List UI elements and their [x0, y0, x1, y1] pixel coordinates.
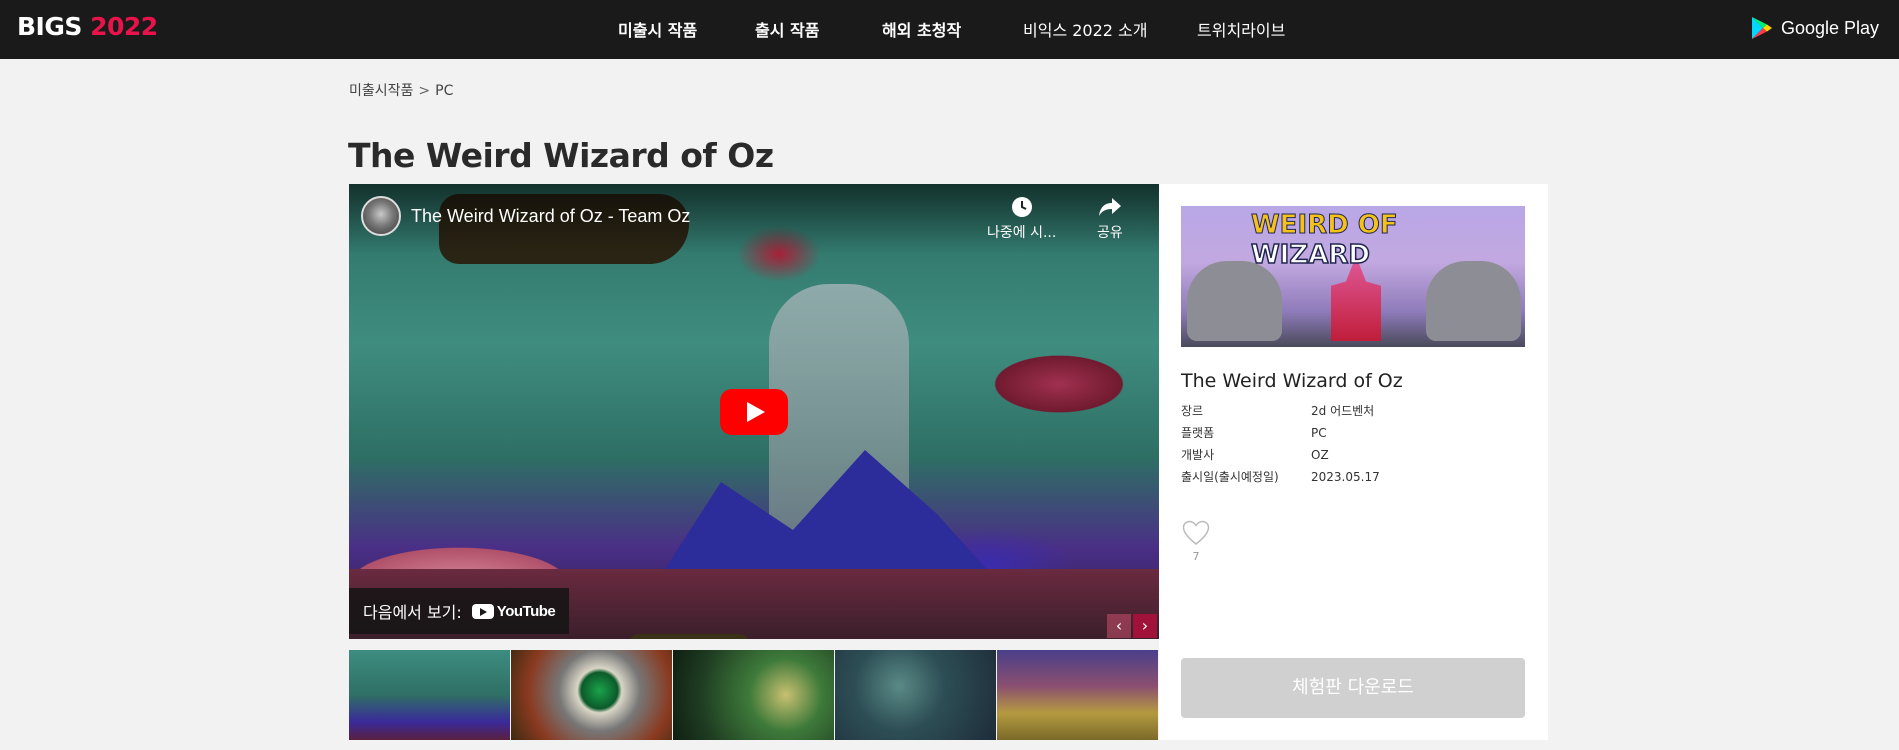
info-key: 플랫폼: [1181, 426, 1215, 440]
nav-overseas[interactable]: 해외 초청작: [882, 17, 961, 41]
game-cover-image: WEIRD OF WIZARD: [1181, 206, 1525, 347]
video-player[interactable]: The Weird Wizard of Oz - Team Oz 나중에 시..…: [349, 184, 1159, 639]
google-play-link[interactable]: Google Play: [1751, 16, 1879, 40]
info-key: 장르: [1181, 404, 1204, 418]
game-info-panel: WEIRD OF WIZARD The Weird Wizard of Oz 장…: [1159, 184, 1548, 740]
clock-icon: [1011, 197, 1032, 217]
info-row-platform: 플랫폼 PC: [1181, 424, 1327, 441]
site-logo[interactable]: BIGS 2022: [17, 12, 158, 41]
nav-twitch[interactable]: 트위치라이브: [1197, 17, 1285, 41]
google-play-label: Google Play: [1780, 17, 1879, 38]
demo-download-button[interactable]: 체험판 다운로드: [1181, 658, 1525, 718]
thumbnail-2[interactable]: [511, 650, 672, 740]
game-name: The Weird Wizard of Oz: [1181, 370, 1403, 392]
google-play-icon: [1751, 17, 1772, 39]
nav-released[interactable]: 출시 작품: [755, 17, 819, 41]
prev-slide-button[interactable]: ‹: [1107, 614, 1131, 638]
youtube-play-icon: [471, 603, 494, 619]
thumbnail-5[interactable]: [997, 650, 1158, 740]
watch-later-label: 나중에 시...: [987, 225, 1057, 241]
thumbnail-3[interactable]: [673, 650, 834, 740]
cover-logo-line2: WIZARD: [1250, 239, 1370, 271]
watch-later-button[interactable]: 나중에 시...: [987, 196, 1056, 242]
breadcrumb-separator: >: [418, 83, 431, 99]
logo-year: 2022: [90, 12, 158, 41]
chevron-left-icon: ‹: [1115, 616, 1123, 635]
channel-avatar[interactable]: [361, 196, 401, 236]
breadcrumb: 미출시작품 > PC: [349, 80, 453, 100]
chevron-right-icon: ›: [1141, 616, 1149, 635]
watch-on-youtube[interactable]: 다음에서 보기: YouTube: [349, 588, 570, 634]
play-button[interactable]: [720, 389, 788, 435]
breadcrumb-parent[interactable]: 미출시작품: [349, 83, 413, 99]
breadcrumb-current[interactable]: PC: [435, 83, 453, 99]
heart-icon: [1182, 520, 1210, 545]
next-slide-button[interactable]: ›: [1133, 614, 1157, 638]
logo-text: BIGS: [17, 12, 91, 41]
info-row-developer: 개발사 OZ: [1181, 446, 1329, 463]
cover-elephant-right: [1426, 261, 1521, 341]
cover-logo: WEIRD OF WIZARD: [1250, 210, 1399, 271]
thumbnail-1[interactable]: [349, 650, 510, 740]
info-row-genre: 장르 2d 어드벤처: [1181, 402, 1374, 419]
like-count: 7: [1192, 550, 1200, 563]
youtube-logo: YouTube: [471, 602, 556, 620]
watch-on-label: 다음에서 보기:: [363, 603, 462, 622]
info-key: 개발사: [1181, 448, 1215, 462]
video-scene-rock-small: [629, 634, 749, 639]
cover-elephant-left: [1187, 261, 1282, 341]
video-title[interactable]: The Weird Wizard of Oz - Team Oz: [411, 206, 690, 227]
share-button[interactable]: 공유: [1097, 196, 1123, 242]
youtube-logo-text: YouTube: [496, 602, 556, 620]
like-button[interactable]: 7: [1181, 520, 1211, 563]
info-value: 2023.05.17: [1311, 470, 1380, 484]
info-row-release-date: 출시일(출시예정일) 2023.05.17: [1181, 468, 1380, 485]
info-value: 2d 어드벤처: [1311, 404, 1375, 418]
nav-unreleased[interactable]: 미출시 작품: [618, 17, 697, 41]
info-value: OZ: [1311, 448, 1329, 462]
thumbnail-4[interactable]: [835, 650, 996, 740]
page-title: The Weird Wizard of Oz: [348, 136, 774, 175]
top-navigation-bar: BIGS 2022 미출시 작품 출시 작품 해외 초청작 비익스 2022 소…: [0, 0, 1899, 59]
info-key: 출시일(출시예정일): [1181, 470, 1279, 484]
share-icon: [1098, 198, 1121, 216]
screenshot-thumbnails: [349, 650, 1159, 740]
nav-about[interactable]: 비익스 2022 소개: [1023, 17, 1148, 41]
share-label: 공유: [1097, 225, 1123, 241]
info-value: PC: [1311, 426, 1327, 440]
cover-logo-line1: WEIRD OF: [1251, 210, 1399, 241]
